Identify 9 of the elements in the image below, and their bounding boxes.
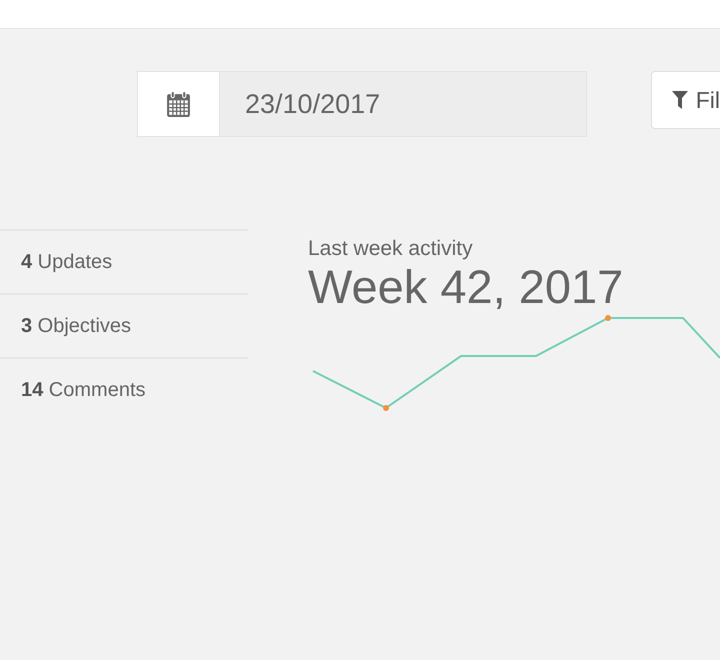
filter-button[interactable]: Fil bbox=[650, 71, 720, 129]
week-heading: Week 42, 2017 bbox=[308, 261, 624, 313]
stat-count: 4 Updates bbox=[21, 250, 112, 274]
stat-count: 14 Comments bbox=[21, 378, 146, 402]
low-point-marker-icon bbox=[383, 405, 389, 411]
high-point-marker-icon bbox=[605, 315, 611, 321]
filter-icon bbox=[672, 91, 688, 109]
chart-subtitle: Last week activity bbox=[308, 236, 473, 261]
stat-count: 3 Objectives bbox=[21, 314, 132, 338]
